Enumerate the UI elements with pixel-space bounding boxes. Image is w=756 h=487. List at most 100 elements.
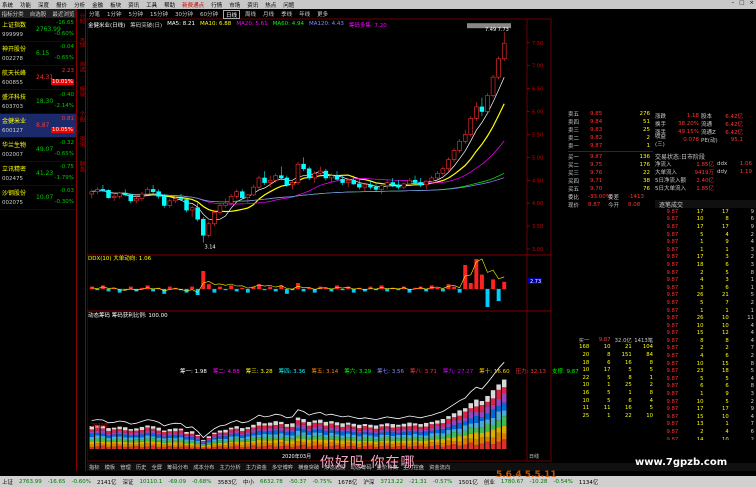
list-tab[interactable]: 最近浏览 <box>51 10 76 18</box>
stock-list-item[interactable]: 上证指数 999999 2763.99 -16.65 -0.60% <box>0 18 76 42</box>
menu-item[interactable]: 帮助 <box>164 1 175 9</box>
book-summary-row: 现价 8.87 今开 8.08 <box>568 201 653 209</box>
queue-cell: 11 <box>582 405 590 412</box>
chip-segment <box>217 436 223 439</box>
tick-trades[interactable]: 逐笔成交 9.87 17 17 9 9.87 10 8 6 9.87 17 17 9 9.87 5 4 2 9.8… <box>655 200 756 440</box>
menu-item[interactable]: 行情 <box>211 1 222 9</box>
ma-value: MA20: 5.61 <box>236 21 268 27</box>
menu-item[interactable]: 资讯 <box>128 1 139 9</box>
stock-list-item[interactable]: 金健米业 600127 8.87 0.81 10.05% <box>0 114 76 138</box>
period-tab[interactable]: 60分钟 <box>198 10 220 19</box>
menu-item[interactable]: 板块 <box>110 1 121 9</box>
status-item: -0.57% <box>432 478 453 485</box>
period-tab[interactable]: 30分钟 <box>173 10 195 19</box>
chip-segment <box>446 438 451 441</box>
stock-pct: -1.79% <box>55 175 74 181</box>
chip-segment <box>217 432 223 435</box>
indicator-tab[interactable]: 主力资金 <box>246 463 267 471</box>
menu-item[interactable]: 深度 <box>38 1 49 9</box>
maximize-icon[interactable]: □ <box>739 0 744 6</box>
close-icon[interactable]: × <box>749 0 754 6</box>
info-row: 换手 38.20% 流通 6.42亿 <box>655 120 755 128</box>
period-tab[interactable]: 周线 <box>243 10 258 19</box>
indicator-tab[interactable]: 指标 <box>89 463 100 471</box>
chip-segment <box>312 426 317 430</box>
chip-segment <box>462 417 468 422</box>
period-tab[interactable]: 年线 <box>297 10 312 19</box>
candle-body <box>95 189 100 193</box>
period-tab[interactable]: 1分钟 <box>105 10 124 19</box>
indicator-tab[interactable]: 模板 <box>105 463 116 471</box>
list-tab[interactable]: 自选股 <box>25 10 50 18</box>
chip-segment <box>212 443 217 445</box>
stock-list-item[interactable]: 沙钢股份 002075 10.07 -0.03 -0.30% <box>0 186 76 210</box>
menu-item[interactable]: 工具 <box>146 1 157 9</box>
period-tab[interactable]: 日线 <box>223 10 241 19</box>
menu-item[interactable]: 功能 <box>20 1 31 9</box>
menu-item[interactable]: 问题 <box>283 1 294 9</box>
stock-list-item[interactable]: 立讯精密 002475 41.23 -0.75 -1.79% <box>0 162 76 186</box>
indicator-tab[interactable]: 管理 <box>120 463 131 471</box>
chip-segment <box>256 425 262 429</box>
side-tab[interactable]: 自选 <box>78 61 86 72</box>
indicator-tab[interactable]: 成本分布 <box>193 463 214 471</box>
period-tab[interactable]: 5分钟 <box>127 10 146 19</box>
menu-item[interactable]: 资讯 <box>247 1 258 9</box>
menu-item[interactable]: 系统 <box>2 1 13 9</box>
indicator-tab[interactable]: 主力分析 <box>219 463 240 471</box>
chip-segment <box>262 442 267 447</box>
menu-item[interactable]: 分析 <box>74 1 85 9</box>
level-price: 9.75 <box>590 162 603 168</box>
y-tick-label: 4.50 <box>532 178 543 184</box>
period-tab[interactable]: 月线 <box>261 10 276 19</box>
ddx-bar <box>435 287 440 289</box>
chip-segment <box>362 429 368 433</box>
menu-item[interactable]: 热点 <box>265 1 276 9</box>
side-tab[interactable]: 分时 <box>78 13 86 24</box>
trade-vol: 17 <box>696 254 704 261</box>
menu-item-highlight[interactable]: 新费通点 <box>182 1 204 9</box>
list-tab[interactable]: 指标分类 <box>0 10 25 18</box>
indicator-tab[interactable]: 资金流向 <box>429 463 450 471</box>
trade-price: 9.87 <box>666 284 679 291</box>
menu-item[interactable]: 报价 <box>56 1 67 9</box>
chip-segment <box>479 405 485 412</box>
chip-segment <box>418 432 423 436</box>
kline-chart-svg[interactable]: 7.50 7.00 6.50 6.00 5.50 5.00 4.50 4.00 3.50 3.00… <box>86 9 552 463</box>
chip-segment <box>368 445 373 449</box>
side-tab[interactable]: 财务 <box>78 161 86 172</box>
side-tab[interactable]: 个股 <box>78 111 86 122</box>
indicator-tab[interactable]: 筹码分布 <box>167 463 188 471</box>
period-tab[interactable]: 季线 <box>279 10 294 19</box>
stock-list-item[interactable]: 华兰生物 002007 49.07 -0.32 -0.65% <box>0 138 76 162</box>
chip-segment <box>122 441 128 445</box>
chip-segment <box>351 437 356 441</box>
candle-body <box>251 186 256 196</box>
candle-body <box>462 134 468 142</box>
stock-pct-value: -0.65% <box>54 151 74 157</box>
stock-list-item[interactable]: 航天长峰 600855 24.31 2.23 10.01% <box>0 66 76 90</box>
chip-segment <box>345 442 351 447</box>
indicator-tab[interactable]: 历史 <box>136 463 147 471</box>
period-tab[interactable]: 15分钟 <box>148 10 170 19</box>
trade-count: 9 <box>750 223 754 230</box>
period-tab[interactable]: 更多 <box>315 10 330 19</box>
trade-vol2: 18 <box>722 368 729 375</box>
chip-segment <box>462 408 468 412</box>
menu-item[interactable]: 市场 <box>229 1 240 9</box>
side-tab[interactable]: K线 <box>78 38 86 47</box>
indicator-tab[interactable]: 横盘突破 <box>298 463 319 471</box>
queue-cell: 151 <box>621 351 632 358</box>
period-tab[interactable]: 分笔 <box>87 10 102 19</box>
level-volume: 76 <box>643 186 650 192</box>
stock-list-item[interactable]: 盛洋科技 603703 18.30 -0.40 -2.14% <box>0 90 76 114</box>
indicator-tab[interactable]: 全屏 <box>151 463 162 471</box>
side-tab[interactable]: 资讯 <box>78 136 86 147</box>
menu-item[interactable]: 金融 <box>92 1 103 9</box>
minimize-icon[interactable]: – <box>731 0 734 6</box>
side-tab[interactable]: 板块 <box>78 86 86 97</box>
queue-cell: 8 <box>628 374 632 381</box>
indicator-tab[interactable]: 多空博弈 <box>272 463 293 471</box>
stock-list-item[interactable]: 神开股份 002278 6.15 -0.04 -0.65% <box>0 42 76 66</box>
trade-vol2: 1 <box>725 307 729 314</box>
